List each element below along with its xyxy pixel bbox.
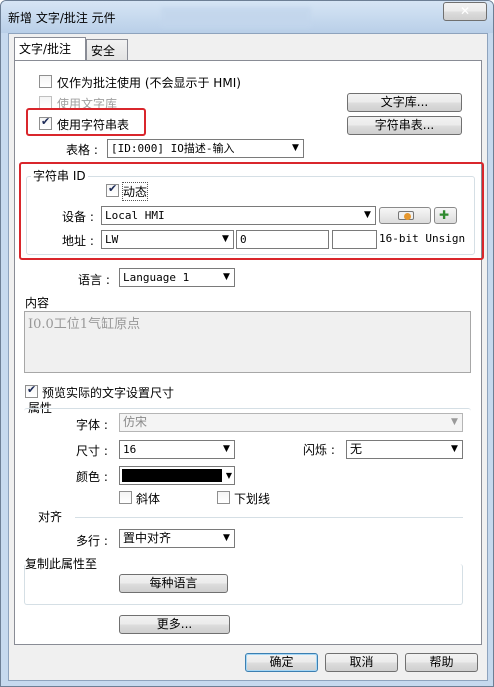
- more-button[interactable]: 更多...: [119, 615, 230, 634]
- language-select-value: Language 1: [123, 271, 190, 284]
- data-format-label: 16-bit Unsign: [379, 232, 466, 245]
- device-select[interactable]: Local HMI ▼: [101, 206, 376, 225]
- help-button[interactable]: 帮助: [405, 653, 478, 672]
- chevron-down-icon: ▼: [447, 414, 462, 431]
- ok-button[interactable]: 确定: [245, 653, 318, 672]
- alignment-separator: [75, 517, 463, 518]
- underline-checkbox[interactable]: [217, 491, 230, 504]
- multiline-select-value: 置中对齐: [123, 531, 172, 545]
- copy-attributes-group: [24, 564, 463, 605]
- font-label: 字体 :: [76, 418, 108, 432]
- multiline-label: 多行 :: [76, 534, 108, 548]
- blink-select-value: 无: [350, 442, 363, 456]
- plus-icon: ✚: [439, 208, 450, 222]
- chevron-down-icon: ▼: [219, 441, 234, 458]
- address-input[interactable]: 0: [236, 230, 329, 249]
- multiline-select[interactable]: 置中对齐 ▼: [119, 529, 235, 548]
- comment-only-checkbox[interactable]: [39, 75, 52, 88]
- cancel-button[interactable]: 取消: [325, 653, 398, 672]
- italic-label: 斜体: [136, 492, 161, 506]
- size-label: 尺寸 :: [76, 444, 108, 458]
- color-picker[interactable]: ▼: [119, 466, 235, 485]
- alignment-label: 对齐: [38, 510, 63, 524]
- device-settings-button[interactable]: [379, 207, 431, 224]
- address-label: 地址 :: [62, 234, 94, 248]
- language-label: 语言 :: [78, 273, 110, 287]
- color-label: 颜色 :: [76, 470, 108, 484]
- chevron-down-icon: ▼: [218, 231, 233, 248]
- tab-text-comment[interactable]: 文字/批注: [14, 37, 86, 60]
- dialog-window: 新增 文字/批注 元件 ✕ 文字/批注 安全 仅作为批注使用 (不会显示于 HM…: [0, 0, 494, 687]
- content-label: 内容: [25, 296, 50, 310]
- preview-size-label: 预览实际的文字设置尺寸: [42, 386, 175, 400]
- content-textarea[interactable]: I0.0工位1气缸原点: [24, 311, 471, 373]
- italic-checkbox[interactable]: [119, 491, 132, 504]
- dialog-client-area: 文字/批注 安全 仅作为批注使用 (不会显示于 HMI) 使用文字库 使用字符串…: [8, 33, 488, 681]
- chevron-down-icon: ▼: [288, 140, 303, 157]
- chevron-down-icon: ▼: [447, 441, 462, 458]
- string-table-button[interactable]: 字符串表...: [347, 116, 462, 135]
- close-button[interactable]: ✕: [443, 2, 487, 21]
- chevron-down-icon: ▼: [224, 467, 234, 484]
- title-bar[interactable]: 新增 文字/批注 元件 ✕: [1, 1, 493, 33]
- blink-label: 闪烁 :: [303, 443, 335, 457]
- chevron-down-icon: ▼: [360, 207, 375, 224]
- window-title: 新增 文字/批注 元件: [8, 11, 116, 25]
- table-select[interactable]: [ID:000] IO描述-输入 ▼: [107, 139, 304, 158]
- comment-only-label: 仅作为批注使用 (不会显示于 HMI): [57, 76, 241, 90]
- table-select-value: [ID:000] IO描述-输入: [111, 142, 235, 155]
- language-select[interactable]: Language 1 ▼: [119, 268, 235, 287]
- device-select-value: Local HMI: [105, 209, 165, 222]
- dynamic-label: 动态: [121, 182, 149, 201]
- each-language-button[interactable]: 每种语言: [119, 574, 228, 593]
- add-device-button[interactable]: ✚: [434, 207, 457, 224]
- preview-size-checkbox[interactable]: [25, 383, 38, 398]
- table-label: 表格 :: [66, 143, 98, 157]
- color-swatch: [122, 469, 222, 482]
- address-type-select[interactable]: LW ▼: [101, 230, 234, 249]
- chevron-down-icon: ▼: [219, 530, 234, 547]
- blink-select[interactable]: 无 ▼: [346, 440, 463, 459]
- highlight-string-table: [26, 108, 146, 136]
- chevron-down-icon: ▼: [219, 269, 234, 286]
- size-select-value: 16: [123, 443, 137, 456]
- dynamic-checkbox[interactable]: [106, 182, 119, 197]
- device-status-icon: [404, 213, 411, 220]
- font-select-value: 仿宋: [123, 415, 148, 429]
- tab-security[interactable]: 安全: [86, 39, 128, 60]
- text-library-button[interactable]: 文字库...: [347, 93, 462, 112]
- device-label: 设备 :: [62, 210, 94, 224]
- address-index-input[interactable]: [332, 230, 377, 249]
- font-select[interactable]: 仿宋 ▼: [119, 413, 463, 432]
- address-type-value: LW: [105, 233, 119, 246]
- size-select[interactable]: 16 ▼: [119, 440, 235, 459]
- string-id-group-label: 字符串 ID: [31, 167, 88, 184]
- tab-panel: 仅作为批注使用 (不会显示于 HMI) 使用文字库 使用字符串表 文字库... …: [14, 60, 484, 645]
- underline-label: 下划线: [234, 492, 271, 506]
- title-blur-area: [161, 7, 311, 27]
